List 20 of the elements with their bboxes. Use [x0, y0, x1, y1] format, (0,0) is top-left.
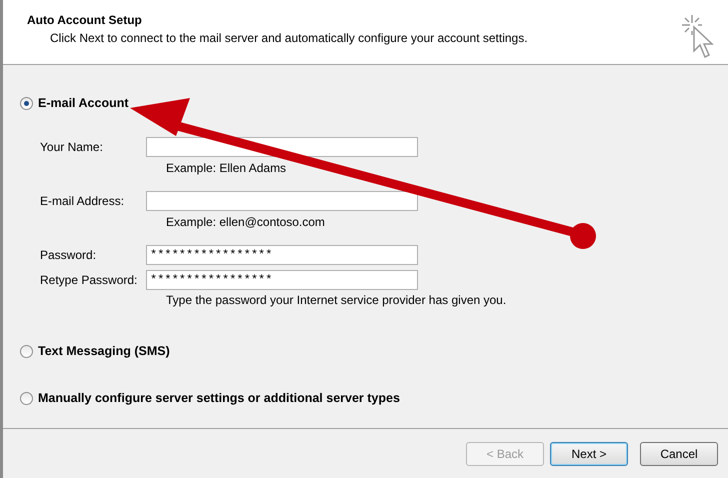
- dialog-subtitle: Click Next to connect to the mail server and automatically configure your account settings.: [50, 31, 528, 45]
- radio-button[interactable]: [20, 96, 33, 110]
- input-field[interactable]: [146, 190, 418, 210]
- field-hint: Example: Ellen Adams: [166, 161, 288, 175]
- radio-button[interactable]: [20, 392, 33, 404]
- radio-label[interactable]: Manually configure server settings or additional server types: [38, 391, 400, 405]
- dialog-title: Auto Account Setup: [27, 13, 143, 27]
- input-field[interactable]: *****************: [146, 244, 418, 264]
- input-field[interactable]: *****************: [146, 270, 418, 290]
- field-label: Your Name:: [40, 140, 104, 154]
- wizard-button[interactable]: Next >: [550, 442, 628, 466]
- field-hint: Type the password your Internet service provider has given you.: [166, 293, 508, 307]
- radio-label[interactable]: Text Messaging (SMS): [38, 344, 170, 358]
- field-label: Retype Password:: [40, 272, 138, 286]
- field-label: E-mail Address:: [40, 194, 126, 208]
- field-hint: Example: ellen@contoso.com: [166, 215, 326, 229]
- radio-label[interactable]: E-mail Account: [38, 96, 129, 110]
- wizard-button[interactable]: Cancel: [640, 442, 718, 466]
- field-label: Password:: [40, 248, 98, 262]
- radio-button[interactable]: [20, 344, 33, 358]
